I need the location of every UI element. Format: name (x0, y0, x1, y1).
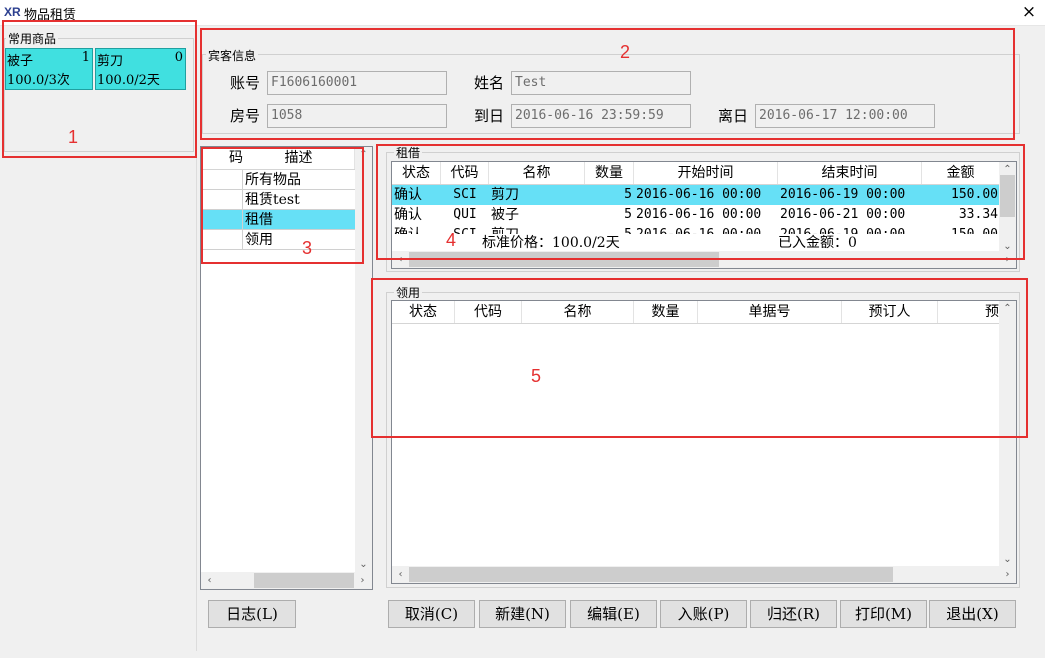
cancel-button[interactable]: 取消(C) (388, 600, 475, 628)
scroll-right-icon[interactable]: › (999, 569, 1016, 580)
return-button[interactable]: 归还(R) (750, 600, 837, 628)
print-button[interactable]: 打印(M) (840, 600, 927, 628)
close-icon[interactable]: × (1020, 2, 1038, 22)
scroll-down-icon[interactable]: ⌄ (355, 559, 372, 570)
scroll-right-icon[interactable]: › (354, 575, 371, 586)
annotation-label-5: 5 (531, 366, 542, 386)
scroll-thumb[interactable] (254, 573, 354, 588)
annotation-label-1: 1 (68, 127, 79, 147)
use-hscrollbar[interactable]: ‹ › (392, 566, 1016, 583)
post-button[interactable]: 入账(P) (660, 600, 747, 628)
annotation-box-1 (2, 20, 197, 158)
log-button[interactable]: 日志(L) (208, 600, 296, 628)
scroll-down-icon[interactable]: ⌄ (999, 554, 1016, 565)
annotation-box-4 (376, 144, 1025, 260)
annotation-label-3: 3 (302, 238, 313, 258)
new-button[interactable]: 新建(N) (479, 600, 566, 628)
scroll-thumb[interactable] (409, 567, 893, 582)
annotation-label-4: 4 (446, 230, 457, 250)
scroll-left-icon[interactable]: ‹ (201, 575, 218, 586)
annotation-label-2: 2 (620, 42, 631, 62)
edit-button[interactable]: 编辑(E) (570, 600, 657, 628)
annotation-box-2 (200, 28, 1015, 140)
category-hscrollbar[interactable]: ‹ › (201, 572, 372, 589)
scroll-left-icon[interactable]: ‹ (392, 569, 409, 580)
exit-button[interactable]: 退出(X) (929, 600, 1016, 628)
annotation-box-3 (201, 147, 364, 264)
annotation-box-5 (371, 278, 1028, 438)
app-logo-icon: XR (4, 5, 21, 19)
